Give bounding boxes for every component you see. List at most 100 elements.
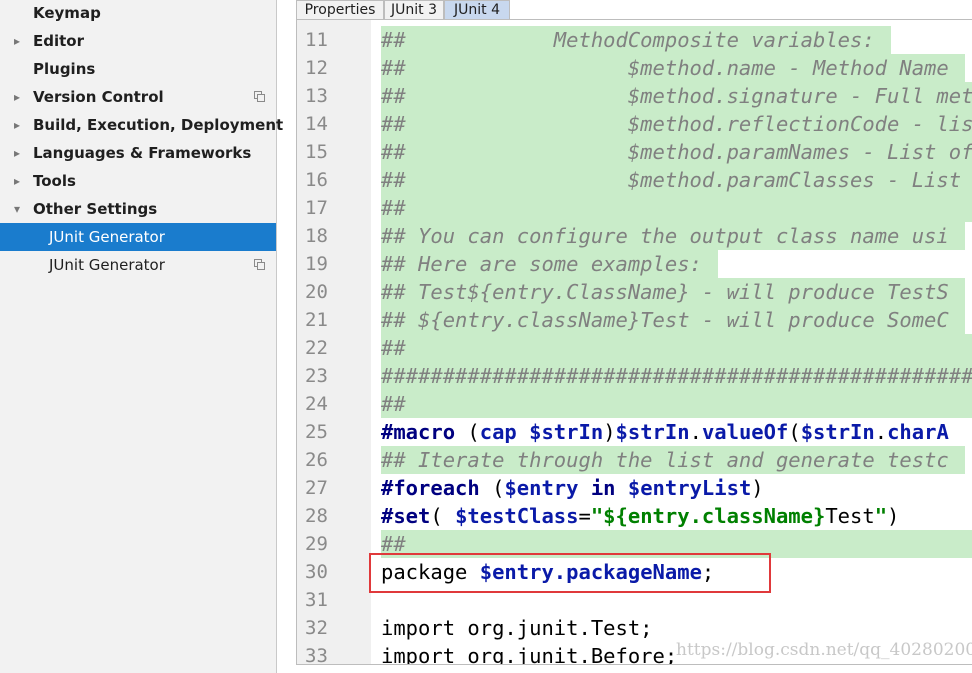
code-line[interactable]: 12 ## $method.name - Method Name [297, 54, 972, 82]
code-token: #foreach [381, 476, 480, 500]
sidebar-item-junit-generator-selected[interactable]: JUnit Generator [0, 223, 276, 251]
line-number: 22 [305, 337, 328, 359]
code-line[interactable]: 26 ## Iterate through the list and genera… [297, 446, 972, 474]
code-token: = [578, 504, 591, 528]
tab-properties[interactable]: Properties [296, 0, 384, 19]
code-token: ## You can configure the output class na… [381, 224, 949, 248]
code-line[interactable]: 32 import org.junit.Test; [297, 614, 972, 642]
project-scope-icon [254, 91, 265, 102]
code-token: ( [788, 420, 801, 444]
comment-highlight [381, 390, 972, 418]
code-line[interactable]: 25 #macro (cap $strIn)$strIn.valueOf($str… [297, 418, 972, 446]
code-token: #macro [381, 420, 456, 444]
sidebar-item-junit-generator-project[interactable]: JUnit Generator [0, 251, 276, 279]
code-token: ) [603, 420, 616, 444]
code-token: "${entry.className} [590, 504, 826, 528]
expand-arrow-icon[interactable]: ▸ [10, 111, 24, 139]
code-text: ## $method.paramNames - List of [381, 138, 972, 166]
code-token: ## Here are some examples: [381, 252, 702, 276]
code-line[interactable]: 27 #foreach ($entry in $entryList) [297, 474, 972, 502]
code-line[interactable]: 20 ## Test${entry.ClassName} - will produ… [297, 278, 972, 306]
sidebar-item-version-control[interactable]: ▸ Version Control [0, 83, 276, 111]
code-text: ## MethodComposite variables: [381, 26, 875, 54]
comment-highlight [381, 194, 972, 222]
comment-highlight [381, 334, 972, 362]
sidebar-item-label: Editor [33, 32, 84, 50]
sidebar-item-other-settings[interactable]: ▾ Other Settings [0, 195, 276, 223]
code-line[interactable]: 22 ## [297, 334, 972, 362]
code-token: $strIn [529, 420, 604, 444]
code-token: ) [751, 476, 764, 500]
code-token: Test [825, 504, 875, 528]
code-text: ## $method.name - Method Name [381, 54, 949, 82]
code-text: #foreach ($entry in $entryList) [381, 474, 764, 502]
line-number: 27 [305, 477, 328, 499]
code-line[interactable]: 17 ## [297, 194, 972, 222]
line-number: 15 [305, 141, 328, 163]
code-line[interactable]: 14 ## $method.reflectionCode - lis [297, 110, 972, 138]
code-token: charA [887, 420, 949, 444]
watermark: https://blog.csdn.net/qq_40280200 [676, 640, 972, 660]
sidebar-item-tools[interactable]: ▸ Tools [0, 167, 276, 195]
code-text: ## $method.paramClasses - List [381, 166, 961, 194]
sidebar-item-label: Tools [33, 172, 76, 190]
code-token: $testClass [455, 504, 579, 528]
code-text: ## [381, 390, 406, 418]
sidebar-item-languages-frameworks[interactable]: ▸ Languages & Frameworks [0, 139, 276, 167]
sidebar-item-plugins[interactable]: Plugins [0, 55, 276, 83]
code-line[interactable]: 28 #set( $testClass="${entry.className}Te… [297, 502, 972, 530]
code-token: import org.junit.Before; [381, 644, 678, 665]
code-text: ## Here are some examples: [381, 250, 702, 278]
code-token: ## $method.paramClasses - List [381, 168, 962, 192]
tab-junit-4[interactable]: JUnit 4 [444, 0, 510, 19]
code-line[interactable]: 19 ## Here are some examples: [297, 250, 972, 278]
sidebar-item-keymap[interactable]: Keymap [0, 0, 276, 27]
tab-junit-3[interactable]: JUnit 3 [384, 0, 444, 19]
line-number: 28 [305, 505, 328, 527]
expand-arrow-icon[interactable]: ▸ [10, 27, 24, 55]
line-number: 21 [305, 309, 328, 331]
code-token: . [689, 420, 702, 444]
code-token: valueOf [701, 420, 789, 444]
expand-arrow-icon[interactable]: ▸ [10, 83, 24, 111]
code-token: $strIn [615, 420, 690, 444]
code-line[interactable]: 15 ## $method.paramNames - List of [297, 138, 972, 166]
line-number: 14 [305, 113, 328, 135]
expand-arrow-icon[interactable]: ▸ [10, 167, 24, 195]
expand-arrow-icon[interactable]: ▸ [10, 139, 24, 167]
line-number: 20 [305, 281, 328, 303]
code-token: #set [381, 504, 431, 528]
code-text: ########################################… [381, 362, 972, 390]
line-number: 11 [305, 29, 328, 51]
code-token: in [590, 476, 616, 500]
code-token: ## $method.reflectionCode - lis [381, 112, 972, 136]
line-number: 18 [305, 225, 328, 247]
code-token: ## [381, 336, 406, 360]
code-line[interactable]: 18 ## You can configure the output class … [297, 222, 972, 250]
line-number: 24 [305, 393, 328, 415]
line-number: 33 [305, 645, 328, 665]
expand-arrow-icon[interactable]: ▾ [10, 195, 24, 223]
code-token: ( [479, 476, 505, 500]
code-token: $entryList [627, 476, 752, 500]
sidebar-item-build-execution-deployment[interactable]: ▸ Build, Execution, Deployment [0, 111, 283, 139]
code-token: ## Test${entry.ClassName} - will produce… [381, 280, 949, 304]
sidebar-item-label: Version Control [33, 88, 164, 106]
code-line[interactable]: 13 ## $method.signature - Full met [297, 82, 972, 110]
sidebar-item-label: Languages & Frameworks [33, 144, 252, 162]
code-line[interactable]: 23 ######################################… [297, 362, 972, 390]
settings-sidebar: Keymap ▸ Editor Plugins ▸ Version Contro… [0, 0, 283, 673]
line-number: 19 [305, 253, 328, 275]
line-number: 16 [305, 169, 328, 191]
code-text: ## You can configure the output class na… [381, 222, 949, 250]
sidebar-item-label: Keymap [33, 4, 101, 22]
sidebar-item-editor[interactable]: ▸ Editor [0, 27, 276, 55]
code-line[interactable]: 21 ## ${entry.className}Test - will produ… [297, 306, 972, 334]
code-line[interactable]: 11 ## MethodComposite variables: [297, 26, 972, 54]
code-line[interactable]: 24 ## [297, 390, 972, 418]
code-line[interactable]: 16 ## $method.paramClasses - List [297, 166, 972, 194]
line-number: 23 [305, 365, 328, 387]
